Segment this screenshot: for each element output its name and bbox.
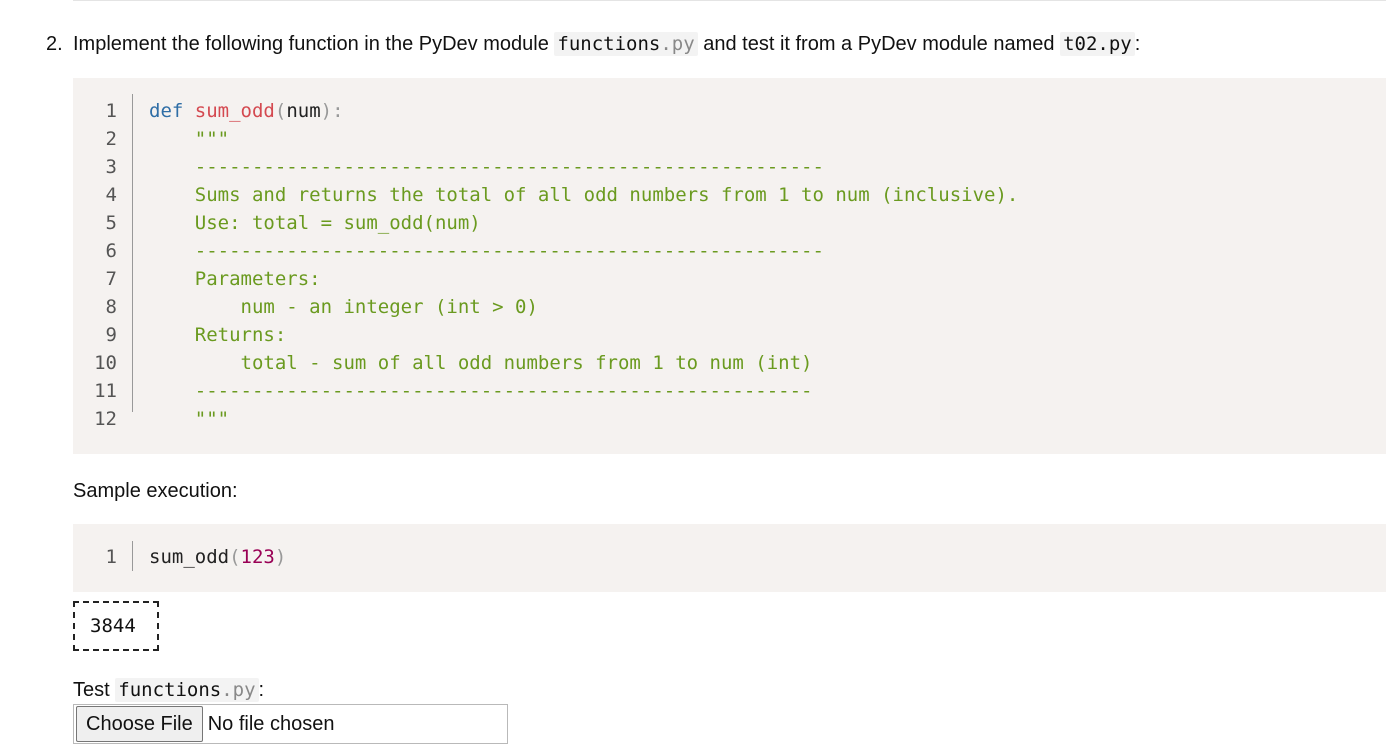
code-line: 7 Parameters: <box>73 265 1386 293</box>
code-line: 8 num - an integer (int > 0) <box>73 293 1386 321</box>
code-token: sum_odd <box>149 546 230 568</box>
code-text: Returns: <box>149 321 287 349</box>
code-token: ( <box>229 546 241 568</box>
code-line: 2 """ <box>73 125 1386 153</box>
code-line: 10 total - sum of all odd numbers from 1… <box>73 349 1386 377</box>
test-upload-label: Test functions.py: <box>73 678 265 702</box>
code-text: """ <box>149 125 229 153</box>
code-token: Use: total = sum_odd(num) <box>149 212 481 234</box>
question-text-before: Implement the following function in the … <box>73 33 549 55</box>
line-number: 5 <box>105 212 117 234</box>
code-text: ----------------------------------------… <box>149 377 813 405</box>
sample-code-block: 1 sum_odd(123) <box>73 524 1386 592</box>
code-token: ----------------------------------------… <box>149 240 824 262</box>
code-token: Returns: <box>149 324 287 346</box>
code-text: """ <box>149 405 229 433</box>
code-token: Parameters: <box>149 268 321 290</box>
line-number: 12 <box>94 408 117 430</box>
line-number: 7 <box>105 268 117 290</box>
line-number: 8 <box>105 296 117 318</box>
line-number: 3 <box>105 156 117 178</box>
code-token: sum_odd <box>194 100 275 122</box>
code-line: 11 -------------------------------------… <box>73 377 1386 405</box>
code-line: 4 Sums and returns the total of all odd … <box>73 181 1386 209</box>
question-heading: 2. Implement the following function in th… <box>46 30 1386 58</box>
code-token: ----------------------------------------… <box>149 156 824 178</box>
line-number: 11 <box>94 380 117 402</box>
line-number: 4 <box>105 184 117 206</box>
code-text: Use: total = sum_odd(num) <box>149 209 481 237</box>
code-token: ): <box>320 100 344 122</box>
code-text: Parameters: <box>149 265 321 293</box>
code-token: Sums and returns the total of all odd nu… <box>149 184 1019 206</box>
code-text: sum_odd(123) <box>149 543 286 571</box>
test-module-code: t02.py <box>1060 32 1135 56</box>
sample-execution-label: Sample execution: <box>73 480 238 502</box>
code-line: 3 --------------------------------------… <box>73 153 1386 181</box>
line-number: 1 <box>105 100 117 122</box>
code-text: num - an integer (int > 0) <box>149 293 538 321</box>
module-name-code: functions.py <box>554 32 698 56</box>
code-token: 123 <box>240 546 275 568</box>
code-text: ----------------------------------------… <box>149 237 824 265</box>
top-divider <box>73 0 1386 1</box>
code-line: 5 Use: total = sum_odd(num) <box>73 209 1386 237</box>
code-line: 12 """ <box>73 405 1386 433</box>
function-code-block: 1 def sum_odd(num): 2 """ 3 ---------------… <box>73 78 1386 454</box>
code-text: ----------------------------------------… <box>149 153 824 181</box>
line-number: 1 <box>105 546 117 568</box>
question-text-after: : <box>1134 33 1141 55</box>
choose-file-button[interactable]: Choose File <box>76 706 203 742</box>
code-token: ----------------------------------------… <box>149 380 813 402</box>
line-number: 6 <box>105 240 117 262</box>
code-token: """ <box>149 128 230 150</box>
code-text: total - sum of all odd numbers from 1 to… <box>149 349 813 377</box>
code-token: num <box>286 100 321 122</box>
code-line: 1 sum_odd(123) <box>73 543 1386 571</box>
line-number: 10 <box>94 352 117 374</box>
code-text: Sums and returns the total of all odd nu… <box>149 181 1019 209</box>
code-token: num - an integer (int > 0) <box>149 296 538 318</box>
file-status-text: No file chosen <box>207 712 335 735</box>
code-text: def sum_odd(num): <box>149 97 344 125</box>
test-module-name-code: functions.py <box>115 678 259 702</box>
code-token: """ <box>149 408 230 430</box>
question-number: 2. <box>46 33 63 55</box>
file-upload-input[interactable]: Choose File No file chosen <box>73 704 508 744</box>
code-token: ( <box>274 100 287 122</box>
line-number: 9 <box>105 324 117 346</box>
code-token: ) <box>274 546 287 568</box>
sample-output: 3844 <box>73 601 159 651</box>
code-token: total - sum of all odd numbers from 1 to… <box>149 352 813 374</box>
question-text-middle: and test it from a PyDev module named <box>703 33 1055 55</box>
code-token: def <box>149 100 184 122</box>
code-line: 1 def sum_odd(num): <box>73 97 1386 125</box>
code-line: 9 Returns: <box>73 321 1386 349</box>
line-number: 2 <box>105 128 117 150</box>
code-line: 6 --------------------------------------… <box>73 237 1386 265</box>
